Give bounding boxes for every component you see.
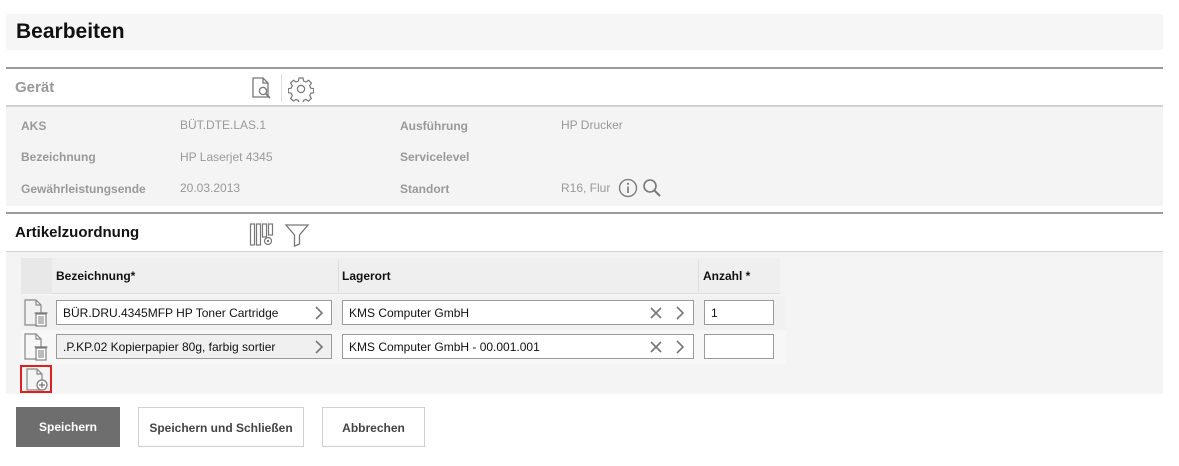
column-header-bezeichnung: Bezeichnung* bbox=[56, 269, 136, 283]
column-separator bbox=[698, 260, 699, 292]
field-value-gewaehrleistungsende: 20.03.2013 bbox=[180, 181, 241, 195]
field-label-gewaehrleistungsende: Gewährleistungsende bbox=[21, 182, 146, 196]
field-value-ausfuehrung: HP Drucker bbox=[561, 118, 623, 132]
field-value-standort: R16, Flur bbox=[561, 181, 611, 195]
lagerort-input[interactable]: KMS Computer GmbH - 00.001.001 bbox=[342, 334, 694, 359]
info-icon[interactable] bbox=[618, 178, 638, 198]
geraet-header: Gerät bbox=[6, 70, 1163, 106]
anzahl-input[interactable] bbox=[704, 334, 774, 359]
section-divider bbox=[6, 67, 1163, 69]
add-row-button[interactable] bbox=[20, 365, 52, 393]
filter-icon[interactable] bbox=[284, 223, 310, 247]
geraet-details: AKS BÜT.DTE.LAS.1 Bezeichnung HP Laserje… bbox=[6, 106, 1163, 206]
chevron-right-icon[interactable] bbox=[312, 305, 326, 321]
section-divider bbox=[6, 212, 1163, 214]
icon-separator bbox=[281, 74, 282, 102]
column-separator bbox=[338, 260, 339, 292]
chevron-right-icon[interactable] bbox=[673, 305, 687, 321]
title-bar: Bearbeiten bbox=[6, 14, 1163, 50]
chevron-right-icon[interactable] bbox=[312, 339, 326, 355]
page-title: Bearbeiten bbox=[16, 20, 125, 43]
delete-row-icon[interactable] bbox=[22, 298, 50, 328]
field-label-servicelevel: Servicelevel bbox=[400, 150, 470, 164]
artikel-header: Artikelzuordnung bbox=[6, 215, 1163, 251]
search-icon[interactable] bbox=[642, 178, 662, 198]
chevron-right-icon[interactable] bbox=[673, 339, 687, 355]
add-document-icon bbox=[26, 368, 48, 391]
clear-icon[interactable] bbox=[649, 306, 663, 320]
column-settings-icon[interactable] bbox=[249, 222, 275, 248]
field-label-standort: Standort bbox=[400, 182, 450, 196]
save-button[interactable]: Speichern bbox=[16, 407, 120, 447]
column-header-lagerort: Lagerort bbox=[342, 269, 391, 283]
anzahl-input[interactable]: 1 bbox=[704, 300, 774, 325]
bezeichnung-input[interactable]: .P.KP.02 Kopierpapier 80g, farbig sortie… bbox=[56, 334, 332, 359]
clear-icon[interactable] bbox=[649, 340, 663, 354]
lagerort-input[interactable]: KMS Computer GmbH bbox=[342, 300, 694, 325]
field-value-aks: BÜT.DTE.LAS.1 bbox=[180, 118, 267, 132]
geraet-title: Gerät bbox=[15, 79, 55, 96]
artikel-title: Artikelzuordnung bbox=[15, 224, 140, 241]
field-value-bezeichnung: HP Laserjet 4345 bbox=[180, 150, 273, 164]
field-label-bezeichnung: Bezeichnung bbox=[21, 150, 96, 164]
bezeichnung-input[interactable]: BÜR.DRU.4345MFP HP Toner Cartridge bbox=[56, 300, 332, 325]
delete-row-icon[interactable] bbox=[22, 332, 50, 362]
document-search-icon[interactable] bbox=[250, 76, 274, 100]
field-label-ausfuehrung: Ausführung bbox=[400, 119, 468, 133]
cancel-button[interactable]: Abbrechen bbox=[322, 407, 425, 447]
row-action-header bbox=[21, 258, 52, 294]
gear-icon[interactable] bbox=[288, 76, 314, 102]
column-header-anzahl: Anzahl * bbox=[703, 269, 751, 283]
save-and-close-button[interactable]: Speichern und Schließen bbox=[138, 407, 304, 447]
field-label-aks: AKS bbox=[21, 119, 47, 133]
